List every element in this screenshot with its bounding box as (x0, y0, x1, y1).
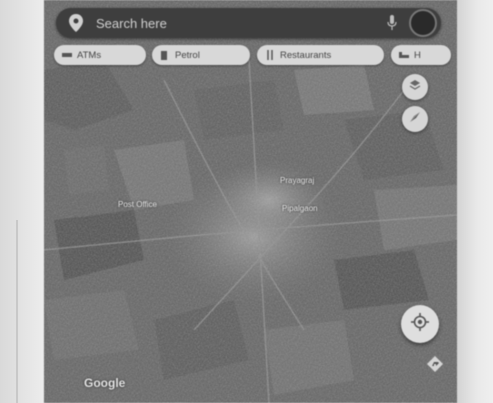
fuel-pump-icon (160, 50, 170, 60)
compass-button[interactable] (402, 106, 428, 132)
avatar[interactable] (409, 9, 437, 37)
search-bar[interactable]: Search here (56, 8, 441, 38)
chip-label: ATMs (77, 49, 102, 61)
chip-label: H (414, 49, 421, 61)
navigate-arrow-icon (426, 355, 444, 378)
google-logo: Google (84, 376, 126, 390)
search-input[interactable]: Search here (96, 16, 385, 31)
paper-background-right (453, 0, 493, 403)
map-label: Prayagraj (280, 176, 315, 185)
my-location-button[interactable] (401, 305, 439, 343)
layers-icon (409, 78, 421, 96)
chip-hotels[interactable]: H (391, 45, 451, 65)
chip-label: Petrol (175, 49, 200, 61)
chip-label: Restaurants (280, 49, 332, 61)
paper-edge (16, 220, 18, 403)
atm-icon (62, 50, 72, 60)
map-label: Post Office (118, 200, 157, 209)
map-label: Pipalgaon (282, 204, 318, 213)
maps-pin-icon (66, 13, 86, 33)
hotel-bed-icon (399, 50, 409, 60)
layers-button[interactable] (402, 74, 428, 100)
chip-restaurants[interactable]: Restaurants (257, 45, 384, 65)
category-chips: ATMs Petrol Restaurants H (54, 45, 457, 67)
chip-atms[interactable]: ATMs (54, 45, 146, 65)
phone-screen: Search here ATMs Petrol Restaurants H Pr… (44, 0, 457, 403)
restaurant-icon (265, 50, 275, 60)
my-location-icon (411, 312, 429, 336)
mic-icon[interactable] (385, 14, 399, 32)
compass-icon (408, 110, 422, 129)
chip-petrol[interactable]: Petrol (152, 45, 250, 65)
navigate-button[interactable] (424, 355, 446, 377)
